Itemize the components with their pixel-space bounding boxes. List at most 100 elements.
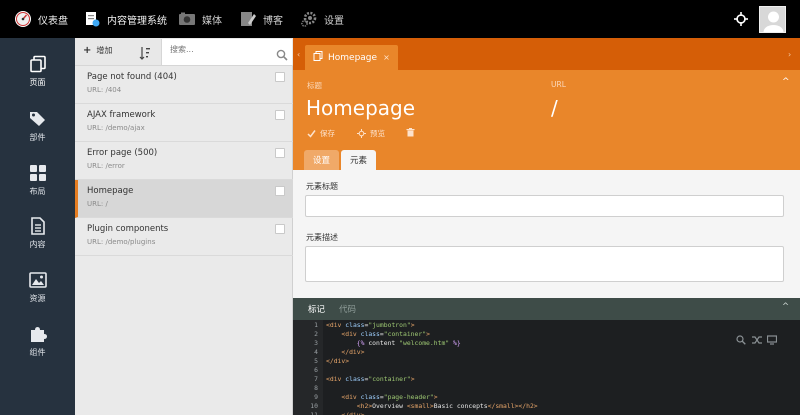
gear-icon	[300, 10, 318, 28]
sidebar-item-label: 内容	[29, 240, 46, 249]
nav-blog-label: 博客	[263, 15, 283, 27]
document-icon	[29, 217, 47, 235]
preview-button[interactable]: 预览	[357, 128, 385, 139]
nav-media[interactable]: 媒体	[178, 0, 222, 38]
list-item-title: Homepage	[87, 186, 134, 196]
grid-icon	[29, 164, 47, 182]
tab-elements[interactable]: 元素	[341, 150, 377, 170]
save-button[interactable]: 保存	[307, 128, 335, 139]
list-item-title: Error page (500)	[87, 148, 158, 158]
page-tab-icon	[313, 51, 323, 64]
element-description-label: 元素描述	[306, 233, 338, 242]
list-item[interactable]: Page not found (404) URL: /404	[75, 66, 293, 104]
tab-homepage[interactable]: Homepage ×	[305, 45, 398, 70]
sidebar-item-label: 部件	[29, 133, 46, 142]
sort-icon[interactable]	[139, 45, 151, 60]
code-line: 3 {% content "welcome.htm" %}	[314, 339, 461, 347]
editor-tabstrip: ‹ Homepage × ›	[293, 38, 800, 70]
sidebar-item-layouts[interactable]: 布局	[0, 164, 75, 214]
page-url-value[interactable]: /	[551, 96, 558, 120]
shuffle-icon[interactable]	[752, 330, 762, 344]
sidebar-item-content[interactable]: 内容	[0, 217, 75, 267]
avatar[interactable]	[759, 6, 786, 33]
add-button[interactable]: + 增加	[83, 45, 112, 56]
collapse-up-icon[interactable]: ^	[782, 302, 789, 312]
top-navbar: 仪表盘 内容管理系统 媒体 博客 设置	[0, 0, 800, 38]
sidebar-item-label: 布局	[29, 187, 46, 196]
nav-cms-label: 内容管理系统	[107, 15, 167, 27]
crosshair-icon[interactable]	[733, 11, 749, 27]
tab-settings[interactable]: 设置	[304, 150, 340, 170]
sidebar-item-partials[interactable]: 部件	[0, 110, 75, 160]
save-button-label: 保存	[320, 129, 335, 138]
tag-icon	[29, 110, 47, 128]
page-editor: ‹ Homepage × › 标题 Homepage URL / ^ 保存 预览…	[293, 38, 800, 415]
search-icon[interactable]	[736, 330, 746, 345]
crosshair-icon	[357, 129, 366, 138]
list-item[interactable]: Error page (500) URL: /error	[75, 142, 293, 180]
close-icon[interactable]: ×	[383, 53, 390, 62]
image-icon	[28, 271, 47, 289]
list-item-checkbox[interactable]	[275, 72, 285, 82]
code-line: 7 <div class="container">	[314, 375, 415, 383]
list-item-title: Page not found (404)	[87, 72, 177, 82]
list-item-checkbox[interactable]	[275, 186, 285, 196]
code-line: 2 <div class="container">	[314, 330, 430, 338]
nav-blog[interactable]: 博客	[239, 0, 283, 38]
trash-icon	[406, 128, 415, 137]
list-item-selected[interactable]: Homepage URL: /	[75, 180, 293, 218]
collapse-up-icon[interactable]: ^	[782, 77, 790, 87]
code-line: 1 <div class="jumbotron">	[314, 321, 415, 329]
nav-dashboard-label: 仪表盘	[38, 15, 68, 27]
delete-button[interactable]	[406, 128, 419, 137]
chevron-right-icon[interactable]: ›	[788, 50, 791, 59]
code-editor-tabs: 标记 代码 ^	[293, 298, 800, 320]
nav-dashboard[interactable]: 仪表盘	[14, 0, 68, 38]
list-item-checkbox[interactable]	[275, 110, 285, 120]
list-item-title: Plugin components	[87, 224, 169, 234]
nav-settings[interactable]: 设置	[300, 0, 344, 38]
monitor-icon[interactable]	[766, 330, 778, 345]
code-editor[interactable]: 1 <div class="jumbotron"> 2 <div class="c…	[293, 320, 800, 415]
sidebar-item-components[interactable]: 组件	[0, 325, 75, 375]
blog-pencil-icon	[239, 10, 257, 28]
nav-settings-label: 设置	[324, 15, 344, 27]
chevron-left-icon[interactable]: ‹	[297, 50, 300, 59]
camera-icon	[178, 10, 196, 28]
tab-homepage-label: Homepage	[328, 52, 378, 63]
cms-icon	[83, 10, 101, 28]
list-item-url: URL: /error	[87, 162, 125, 170]
list-item[interactable]: AJAX framework URL: /demo/ajax	[75, 104, 293, 142]
element-title-label: 元素标题	[306, 182, 338, 191]
code-line: 11 </div>	[310, 411, 365, 415]
list-item-checkbox[interactable]	[275, 224, 285, 234]
sidebar-item-label: 资源	[29, 294, 46, 303]
sidebar-item-pages[interactable]: 页面	[0, 55, 75, 105]
page-title-value[interactable]: Homepage	[306, 96, 415, 120]
code-line: 8	[314, 384, 318, 392]
list-item-checkbox[interactable]	[275, 148, 285, 158]
preview-button-label: 预览	[370, 129, 385, 138]
search-input[interactable]	[170, 45, 270, 54]
list-item-url: URL: /demo/ajax	[87, 124, 145, 132]
code-line: 9 <div class="page-header">	[314, 393, 438, 401]
list-item-url: URL: /	[87, 200, 108, 208]
check-icon	[307, 129, 316, 138]
page-header: ‹ Homepage × › 标题 Homepage URL / ^ 保存 预览…	[293, 38, 800, 170]
plus-icon: +	[83, 45, 92, 56]
sidebar-item-assets[interactable]: 资源	[0, 271, 75, 321]
tab-markup[interactable]: 标记	[308, 303, 325, 315]
element-description-textarea[interactable]	[305, 246, 784, 282]
nav-cms[interactable]: 内容管理系统	[83, 0, 167, 38]
list-item[interactable]: Plugin components URL: /demo/plugins	[75, 218, 293, 256]
list-toolbar: + 增加	[75, 38, 293, 66]
add-button-label: 增加	[96, 46, 113, 55]
code-line: 10 <h2>Overview <small>Basic concepts</s…	[310, 402, 538, 410]
search-icon[interactable]	[276, 46, 288, 61]
sidebar-item-label: 组件	[29, 348, 46, 357]
code-line: 4 </div>	[314, 348, 365, 356]
element-title-input[interactable]	[305, 195, 784, 217]
tab-code[interactable]: 代码	[339, 303, 356, 315]
search-box	[161, 39, 292, 65]
code-line: 6	[314, 366, 318, 374]
